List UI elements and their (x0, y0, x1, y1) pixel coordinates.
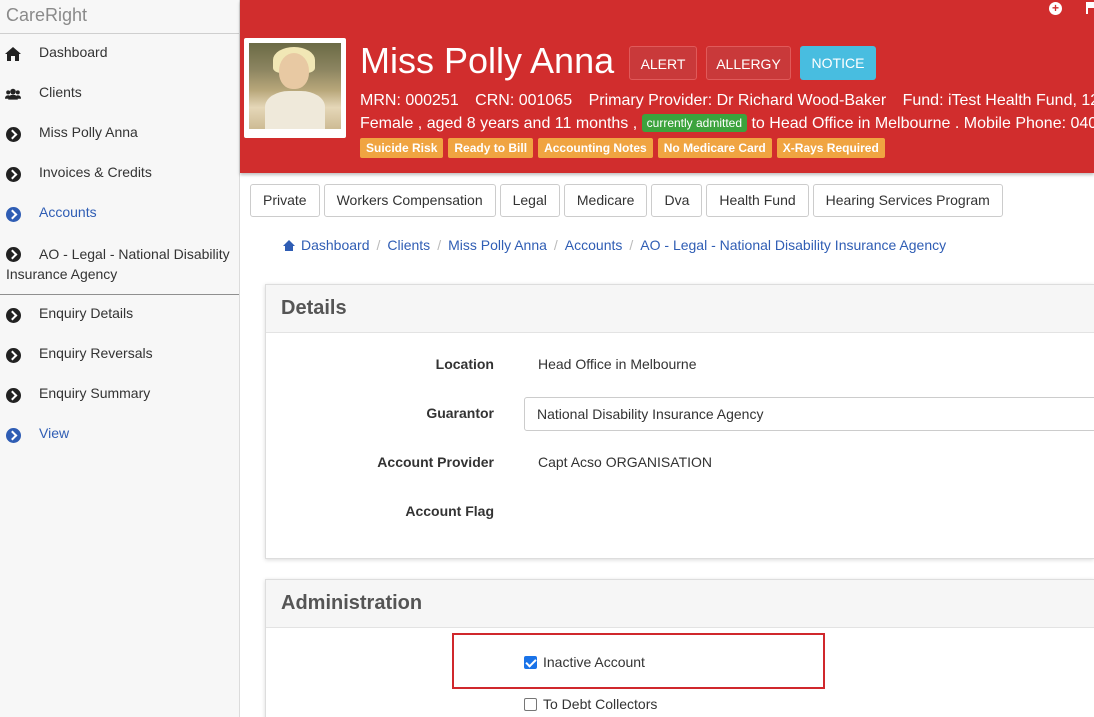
sidebar-item-label: Invoices & Credits (39, 164, 152, 180)
sidebar-item-label: Dashboard (39, 44, 108, 60)
guarantor-select[interactable]: National Disability Insurance Agency (524, 397, 1094, 431)
tab-private[interactable]: Private (250, 184, 320, 217)
brand-logo[interactable]: CareRight (0, 0, 239, 34)
tab-medicare[interactable]: Medicare (563, 184, 648, 217)
sidebar-item-label: Miss Polly Anna (39, 124, 138, 140)
patient-photo (244, 38, 346, 138)
breadcrumb-separator: / (376, 237, 381, 253)
tab-workers-compensation[interactable]: Workers Compensation (323, 184, 496, 217)
alert-button[interactable]: ALERT (629, 46, 697, 80)
breadcrumb-separator: / (437, 237, 442, 253)
patient-photo-image (249, 43, 341, 129)
location-row: Location Head Office in Melbourne (266, 348, 1094, 382)
patient-header: + Miss Polly Anna ALERT ALLERGY NOTICE M… (240, 0, 1094, 173)
breadcrumb-accounts[interactable]: Accounts (565, 237, 623, 253)
tab-legal[interactable]: Legal (499, 184, 560, 217)
debt-collectors-label: To Debt Collectors (543, 696, 658, 712)
inactive-account-field[interactable]: Inactive Account (524, 654, 645, 670)
sidebar-item-invoices[interactable]: Invoices & Credits (0, 154, 239, 194)
account-provider-row: Account Provider Capt Acso ORGANISATION (266, 446, 1094, 480)
admitted-badge: currently admitted (641, 114, 748, 132)
breadcrumb: Dashboard / Clients / Miss Polly Anna / … (283, 237, 946, 253)
location-value: Head Office in Melbourne (538, 356, 697, 372)
breadcrumb-separator: / (553, 237, 558, 253)
home-icon (283, 239, 295, 251)
sidebar-item-clients[interactable]: Clients (0, 74, 239, 114)
patient-name: Miss Polly Anna (360, 40, 615, 81)
demographics-text: Female , aged 8 years and 11 months , (360, 115, 638, 132)
inactive-account-checkbox[interactable] (524, 655, 537, 669)
sidebar-item-enquiry-summary[interactable]: Enquiry Summary (0, 375, 239, 415)
guarantor-row: Guarantor National Disability Insurance … (266, 397, 1094, 431)
mrn: MRN: 000251 (360, 92, 459, 109)
patient-demographics: Female , aged 8 years and 11 months , cu… (360, 114, 1094, 133)
breadcrumb-dashboard[interactable]: Dashboard (301, 237, 370, 253)
chevron-circle-right-icon (5, 387, 21, 403)
chevron-circle-right-icon (5, 307, 21, 323)
users-icon (5, 86, 21, 102)
account-provider-value: Capt Acso ORGANISATION (538, 454, 713, 470)
sidebar-item-view[interactable]: View (0, 415, 239, 455)
location-phone-text: to Head Office in Melbourne . Mobile Pho… (751, 115, 1094, 132)
details-panel: Details Location Head Office in Melbourn… (265, 284, 1094, 559)
tag-badge[interactable]: No Medicare Card (657, 138, 772, 158)
administration-title: Administration (266, 580, 1094, 628)
breadcrumb-separator: / (629, 237, 634, 253)
primary-provider: Primary Provider: Dr Richard Wood-Baker (588, 92, 887, 109)
account-provider-label: Account Provider (377, 454, 494, 470)
account-flag-label: Account Flag (405, 503, 494, 519)
inactive-account-label: Inactive Account (543, 654, 645, 670)
sidebar: CareRight Dashboard Clients Miss Polly A… (0, 0, 240, 717)
location-label: Location (435, 356, 494, 372)
sidebar-item-label: View (39, 425, 70, 441)
details-title: Details (266, 285, 1094, 333)
account-type-tabs: Private Workers Compensation Legal Medic… (250, 184, 1003, 217)
breadcrumb-patient[interactable]: Miss Polly Anna (448, 237, 547, 253)
tag-badge[interactable]: Ready to Bill (448, 138, 534, 158)
chevron-circle-right-icon (5, 166, 21, 182)
add-icon[interactable]: + (1049, 2, 1062, 15)
tab-health-fund[interactable]: Health Fund (706, 184, 809, 217)
sidebar-item-patient[interactable]: Miss Polly Anna (0, 114, 239, 154)
flag-icon[interactable] (1086, 2, 1094, 14)
tag-badge[interactable]: Accounting Notes (538, 138, 653, 158)
sidebar-item-accounts[interactable]: Accounts (0, 194, 239, 234)
sidebar-item-label: AO - Legal - National Disability Insuran… (6, 246, 230, 282)
chevron-circle-right-icon (5, 246, 21, 262)
breadcrumb-clients[interactable]: Clients (387, 237, 430, 253)
home-icon (5, 46, 21, 62)
chevron-circle-right-icon (5, 347, 21, 363)
sidebar-item-label: Clients (39, 84, 82, 100)
sidebar-item-label: Accounts (39, 204, 97, 220)
sidebar-item-enquiry-details[interactable]: Enquiry Details (0, 295, 239, 335)
chevron-circle-right-icon (5, 126, 21, 142)
crn: CRN: 001065 (475, 92, 573, 109)
patient-tags: Suicide Risk Ready to Bill Accounting No… (360, 138, 885, 158)
sidebar-item-dashboard[interactable]: Dashboard (0, 34, 239, 74)
tag-badge[interactable]: Suicide Risk (360, 138, 444, 158)
chevron-circle-right-icon (5, 206, 21, 222)
sidebar-item-label: Enquiry Reversals (39, 345, 153, 361)
chevron-circle-right-icon (5, 427, 21, 443)
sidebar-item-label: Enquiry Summary (39, 385, 151, 401)
debt-collectors-checkbox[interactable] (524, 697, 537, 711)
tab-dva[interactable]: Dva (651, 184, 703, 217)
account-flag-row: Account Flag (266, 495, 1094, 529)
sidebar-item-label: Enquiry Details (39, 305, 134, 321)
fund: Fund: iTest Health Fund, 123 (902, 92, 1094, 109)
notice-button[interactable]: NOTICE (800, 46, 876, 80)
sidebar-item-account-detail[interactable]: AO - Legal - National Disability Insuran… (0, 234, 239, 295)
debt-collectors-field[interactable]: To Debt Collectors (524, 696, 657, 712)
breadcrumb-account[interactable]: AO - Legal - National Disability Insuran… (640, 237, 946, 253)
guarantor-label: Guarantor (426, 405, 494, 421)
header-toolbar: + (1049, 2, 1094, 15)
allergy-button[interactable]: ALLERGY (706, 46, 791, 80)
tag-badge[interactable]: X-Rays Required (776, 138, 885, 158)
tab-hearing-services[interactable]: Hearing Services Program (812, 184, 1003, 217)
patient-identifiers: MRN: 000251 CRN: 001065 Primary Provider… (360, 92, 1094, 110)
sidebar-item-enquiry-reversals[interactable]: Enquiry Reversals (0, 335, 239, 375)
administration-panel: Administration Inactive Account To Debt … (265, 579, 1094, 717)
